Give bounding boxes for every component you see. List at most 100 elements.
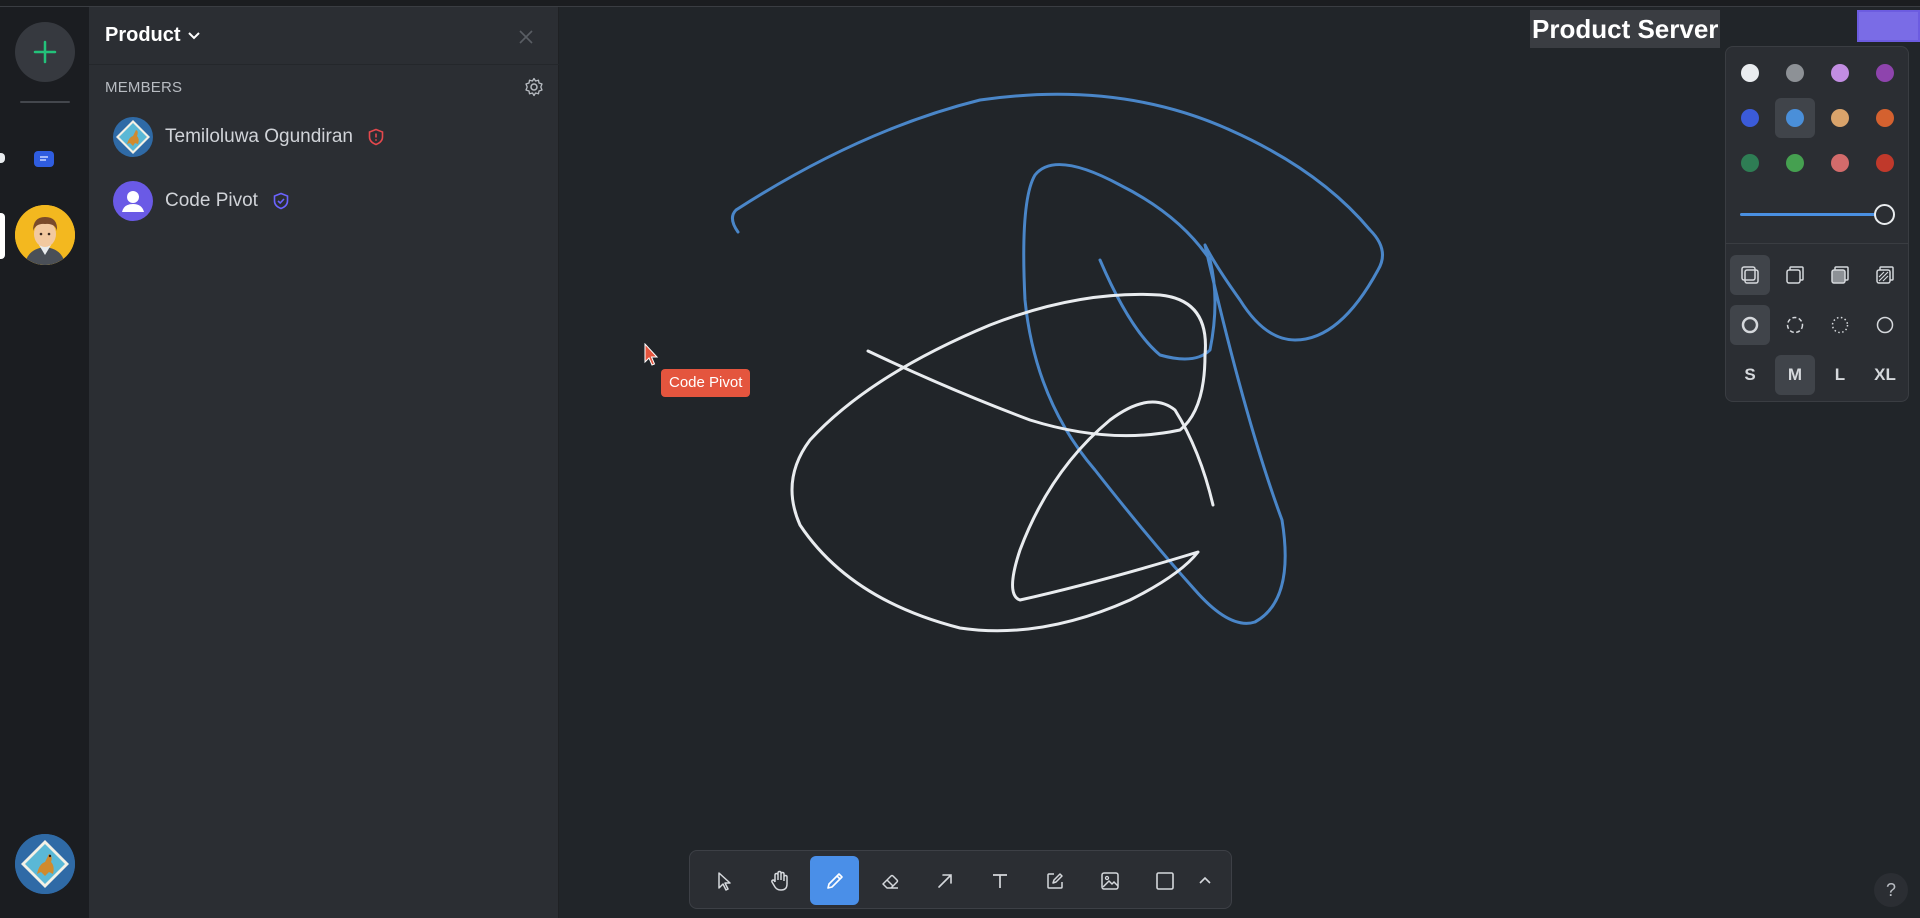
color-swatch	[1876, 154, 1894, 172]
color-swatch	[1786, 109, 1804, 127]
member-item[interactable]: Code Pivot	[113, 179, 533, 223]
fill-none-button[interactable]	[1730, 255, 1770, 295]
dash-dotted-icon	[1831, 316, 1849, 334]
add-server-button[interactable]	[15, 22, 75, 82]
chevron-down-icon	[187, 31, 200, 39]
color-swatch	[1831, 154, 1849, 172]
fill-semi-icon	[1786, 266, 1804, 284]
select-tool-button[interactable]	[700, 856, 749, 905]
color-swatch-button[interactable]	[1820, 53, 1860, 93]
plus-icon	[33, 40, 57, 64]
note-tool-button[interactable]	[1030, 856, 1079, 905]
remote-cursor-label: Code Pivot	[661, 369, 751, 397]
color-swatch	[1876, 64, 1894, 82]
rectangle-icon	[1155, 871, 1174, 890]
dash-draw-button[interactable]	[1730, 305, 1770, 345]
rail-divider	[20, 101, 70, 103]
member-avatar	[113, 181, 153, 221]
fill-solid-button[interactable]	[1820, 255, 1860, 295]
color-swatch	[1741, 64, 1759, 82]
hand-icon	[770, 870, 788, 891]
text-icon	[992, 873, 1007, 888]
canvas-server-label: Product Server	[1530, 10, 1721, 48]
dash-draw-icon	[1741, 316, 1759, 334]
color-swatch-button[interactable]	[1730, 98, 1770, 138]
color-swatch-button[interactable]	[1820, 143, 1860, 183]
help-button[interactable]: ?	[1874, 873, 1908, 907]
image-tool-button[interactable]	[1085, 856, 1134, 905]
member-item[interactable]: Temiloluwa Ogundiran	[113, 115, 533, 159]
dash-dashed-button[interactable]	[1775, 305, 1815, 345]
dash-solid-button[interactable]	[1865, 305, 1905, 345]
fill-semi-button[interactable]	[1775, 255, 1815, 295]
tool-toolbar	[689, 850, 1232, 909]
panel-header: Product	[89, 7, 559, 65]
color-swatch	[1786, 154, 1804, 172]
pencil-icon	[826, 872, 843, 889]
gear-icon[interactable]	[524, 77, 544, 97]
server-name: Product	[105, 24, 181, 46]
eraser-tool-button[interactable]	[865, 856, 914, 905]
chevron-up-icon	[1199, 876, 1211, 884]
size-l-button[interactable]: L	[1820, 355, 1860, 395]
hand-tool-button[interactable]	[755, 856, 804, 905]
note-edit-icon	[1046, 872, 1063, 889]
user-avatar[interactable]	[15, 834, 75, 894]
color-swatch-button[interactable]	[1775, 143, 1815, 183]
color-swatch-button[interactable]	[1865, 143, 1905, 183]
color-swatch-button[interactable]	[1730, 143, 1770, 183]
color-swatch-button[interactable]	[1865, 53, 1905, 93]
canvas-drawing	[731, 92, 1384, 633]
dash-dashed-icon	[1786, 316, 1804, 334]
more-tools-button[interactable]	[1183, 856, 1227, 905]
server-name-dropdown[interactable]: Product	[105, 24, 201, 47]
unread-indicator	[0, 153, 5, 163]
color-swatch-button[interactable]	[1775, 53, 1815, 93]
color-swatch	[1741, 109, 1759, 127]
color-swatch	[1876, 109, 1894, 127]
color-swatch-button[interactable]	[1775, 98, 1815, 138]
color-swatch-button[interactable]	[1865, 98, 1905, 138]
color-swatch	[1831, 109, 1849, 127]
whiteboard-canvas[interactable]: Code Pivot Product Server	[560, 7, 1920, 918]
arrow-icon	[937, 873, 952, 888]
close-icon[interactable]	[517, 28, 535, 46]
color-swatch	[1831, 64, 1849, 82]
member-name: Code Pivot	[165, 190, 258, 211]
members-heading: MEMBERS	[105, 79, 183, 96]
fill-solid-icon	[1831, 266, 1849, 284]
server-panel: Product MEMBERS Temiloluwa Ogundiran Cod…	[89, 7, 559, 918]
member-avatar	[113, 117, 153, 157]
opacity-slider-track[interactable]	[1740, 213, 1884, 216]
server-rail	[0, 7, 89, 918]
blue-stroke	[731, 92, 1384, 625]
arrow-tool-button[interactable]	[920, 856, 969, 905]
rectangle-tool-button[interactable]	[1140, 856, 1189, 905]
size-m-button[interactable]: M	[1775, 355, 1815, 395]
style-panel: S M L XL	[1725, 46, 1909, 402]
fill-pattern-button[interactable]	[1865, 255, 1905, 295]
messages-icon[interactable]	[34, 151, 54, 167]
color-swatch	[1786, 64, 1804, 82]
color-swatch-button[interactable]	[1820, 98, 1860, 138]
active-server-indicator	[0, 213, 5, 259]
remote-cursor-icon	[644, 343, 659, 366]
text-tool-button[interactable]	[975, 856, 1024, 905]
member-name: Temiloluwa Ogundiran	[165, 126, 353, 147]
fill-none-icon	[1741, 266, 1759, 284]
style-panel-divider	[1726, 243, 1908, 244]
purple-rectangle-shape	[1857, 10, 1920, 42]
size-s-button[interactable]: S	[1730, 355, 1770, 395]
server-avatar[interactable]	[15, 205, 75, 265]
draw-tool-button[interactable]	[810, 856, 859, 905]
eraser-icon	[881, 874, 898, 889]
opacity-slider-thumb[interactable]	[1874, 204, 1895, 225]
fill-pattern-icon	[1876, 266, 1894, 284]
color-swatch	[1741, 154, 1759, 172]
color-swatch-button[interactable]	[1730, 53, 1770, 93]
size-xl-button[interactable]: XL	[1865, 355, 1905, 395]
moderator-shield-icon	[273, 192, 289, 210]
cursor-icon	[717, 871, 731, 891]
dash-dotted-button[interactable]	[1820, 305, 1860, 345]
dash-solid-icon	[1876, 316, 1894, 334]
